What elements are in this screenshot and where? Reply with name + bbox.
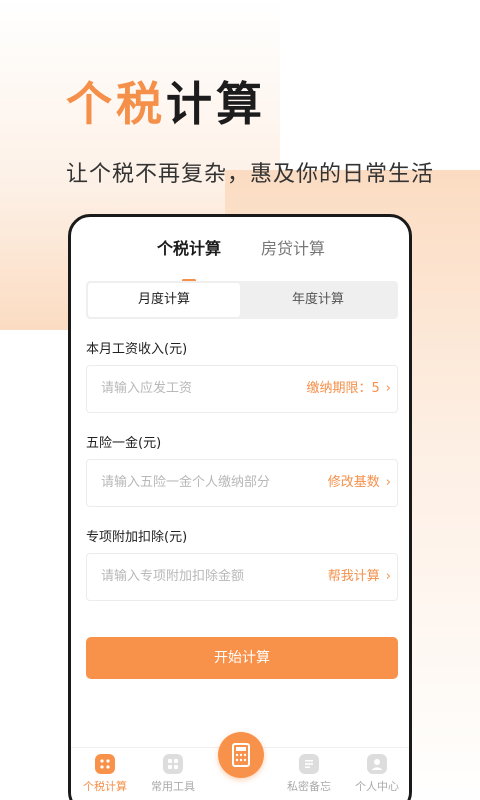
salary-placeholder: 请输入应发工资 <box>101 381 193 396</box>
salary-label: 本月工资收入(元) <box>86 342 188 357</box>
start-calculate-button[interactable]: 开始计算 <box>86 637 398 679</box>
insurance-placeholder: 请输入五险一金个人缴纳部分 <box>101 475 271 490</box>
deduction-label: 专项附加扣除(元) <box>86 530 188 545</box>
payment-period-button[interactable]: 缴纳期限：5 › <box>307 366 391 412</box>
calculator-button[interactable] <box>218 732 264 778</box>
period-segment-control: 月度计算 年度计算 <box>86 281 398 319</box>
modify-base-label: 修改基数 <box>327 475 380 490</box>
help-calculate-button[interactable]: 帮我计算 › <box>328 554 391 600</box>
tab-tax-calc[interactable]: 个税计算 <box>157 235 221 259</box>
nav-item-memo[interactable]: 私密备忘 <box>279 754 339 794</box>
chevron-right-icon: › <box>385 475 391 490</box>
nav-label-memo: 私密备忘 <box>287 780 331 793</box>
page-subtitle: 让个税不再复杂，惠及你的日常生活 <box>66 162 435 187</box>
salary-input[interactable]: 请输入应发工资 缴纳期限：5 › <box>86 365 398 413</box>
headline-dark: 计算 <box>166 77 266 131</box>
help-calculate-label: 帮我计算 <box>327 569 380 584</box>
nav-label-tax: 个税计算 <box>83 780 127 793</box>
user-icon <box>367 754 387 774</box>
tools-icon <box>163 754 183 774</box>
headline-accent: 个税 <box>66 77 166 131</box>
chevron-right-icon: › <box>385 381 391 396</box>
nav-label-profile: 个人中心 <box>355 780 399 793</box>
calculator-icon <box>232 743 250 767</box>
insurance-input[interactable]: 请输入五险一金个人缴纳部分 修改基数 › <box>86 459 398 507</box>
nav-label-tools: 常用工具 <box>151 780 195 793</box>
segment-yearly[interactable]: 年度计算 <box>242 283 394 317</box>
nav-item-profile[interactable]: 个人中心 <box>347 754 407 794</box>
nav-item-tools[interactable]: 常用工具 <box>143 754 203 794</box>
deduction-placeholder: 请输入专项附加扣除金额 <box>101 569 245 584</box>
nav-item-tax[interactable]: 个税计算 <box>75 754 135 794</box>
deduction-input[interactable]: 请输入专项附加扣除金额 帮我计算 › <box>86 553 398 601</box>
tab-mortgage-calc[interactable]: 房贷计算 <box>261 235 325 259</box>
chevron-right-icon: › <box>385 569 391 584</box>
tax-icon <box>95 754 115 774</box>
top-tabs: 个税计算 房贷计算 <box>71 235 409 282</box>
modify-base-button[interactable]: 修改基数 › <box>328 460 391 506</box>
insurance-label: 五险一金(元) <box>86 436 162 451</box>
payment-period-label: 缴纳期限：5 <box>306 381 380 396</box>
page-headline: 个税计算 <box>66 72 266 136</box>
background-white-area <box>280 0 480 170</box>
segment-monthly[interactable]: 月度计算 <box>88 283 240 317</box>
memo-icon <box>299 754 319 774</box>
phone-frame: 个税计算 房贷计算 月度计算 年度计算 本月工资收入(元) 请输入应发工资 缴纳… <box>68 214 412 800</box>
